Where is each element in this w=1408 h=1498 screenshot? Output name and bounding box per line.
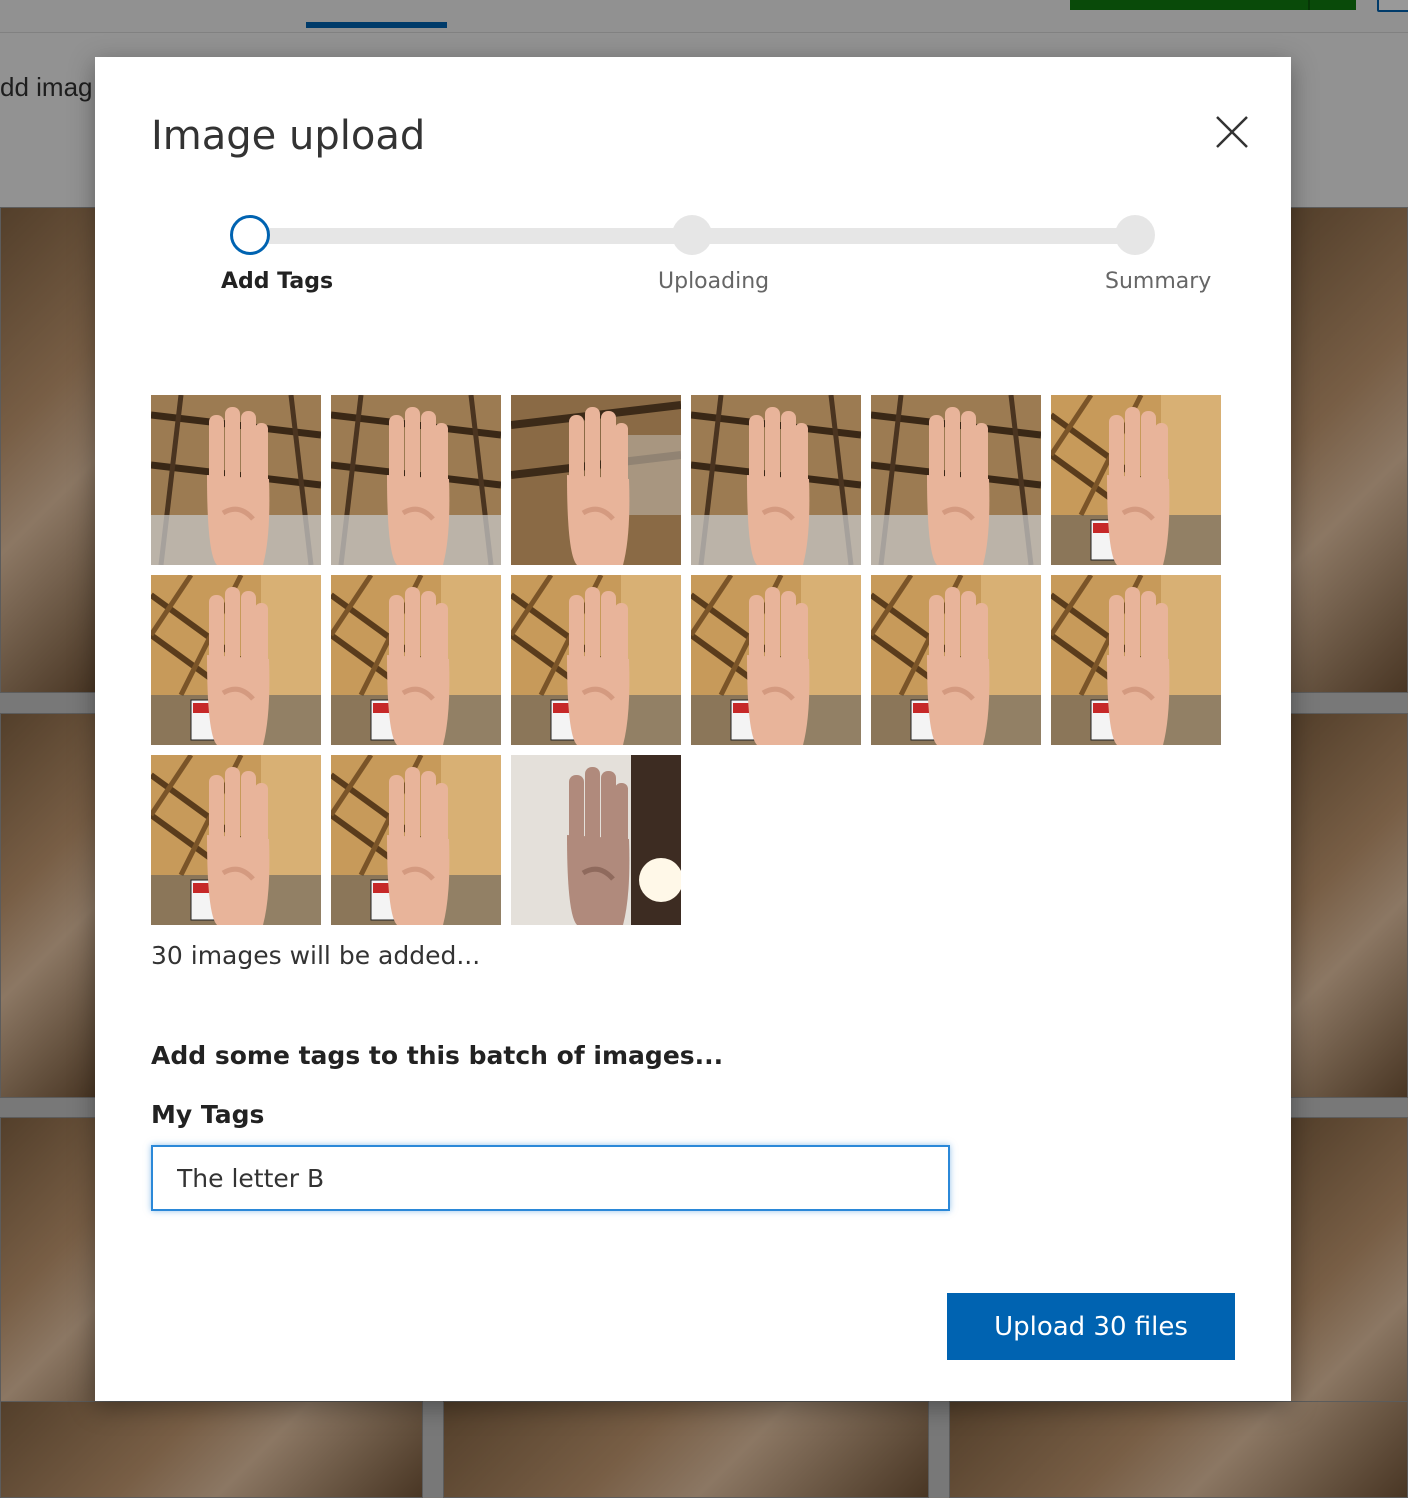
image-thumbnail[interactable] bbox=[331, 755, 501, 925]
image-thumbnail[interactable] bbox=[511, 575, 681, 745]
image-thumbnail[interactable] bbox=[151, 575, 321, 745]
image-thumbnail[interactable] bbox=[511, 395, 681, 565]
step-indicator-summary bbox=[1115, 215, 1155, 255]
tags-field-label: My Tags bbox=[151, 1100, 265, 1129]
upload-files-button[interactable]: Upload 30 files bbox=[947, 1293, 1235, 1360]
image-thumbnail[interactable] bbox=[331, 575, 501, 745]
image-thumbnail[interactable] bbox=[331, 395, 501, 565]
image-thumbnail[interactable] bbox=[691, 395, 861, 565]
step-indicator-uploading bbox=[672, 215, 712, 255]
image-upload-dialog: Image upload Add Tags Uploading Summary … bbox=[95, 57, 1291, 1401]
image-thumbnail[interactable] bbox=[871, 395, 1041, 565]
image-thumbnail[interactable] bbox=[1051, 395, 1221, 565]
dialog-title: Image upload bbox=[151, 113, 426, 159]
step-indicator-add-tags bbox=[230, 215, 270, 255]
image-thumbnail[interactable] bbox=[511, 755, 681, 925]
tags-heading: Add some tags to this batch of images... bbox=[151, 1041, 724, 1070]
image-thumbnail[interactable] bbox=[151, 755, 321, 925]
close-icon bbox=[1216, 116, 1248, 148]
tags-input[interactable] bbox=[151, 1145, 950, 1211]
step-label-summary: Summary bbox=[1105, 269, 1212, 294]
upload-progress-stepper: Add Tags Uploading Summary bbox=[95, 207, 1291, 307]
image-thumbnail[interactable] bbox=[1051, 575, 1221, 745]
image-thumbnail[interactable] bbox=[691, 575, 861, 745]
image-count-text: 30 images will be added... bbox=[151, 941, 481, 970]
step-label-add-tags: Add Tags bbox=[221, 269, 334, 294]
close-button[interactable] bbox=[1207, 107, 1257, 157]
step-label-uploading: Uploading bbox=[658, 269, 770, 294]
image-thumbnail[interactable] bbox=[871, 575, 1041, 745]
image-thumbnail[interactable] bbox=[151, 395, 321, 565]
